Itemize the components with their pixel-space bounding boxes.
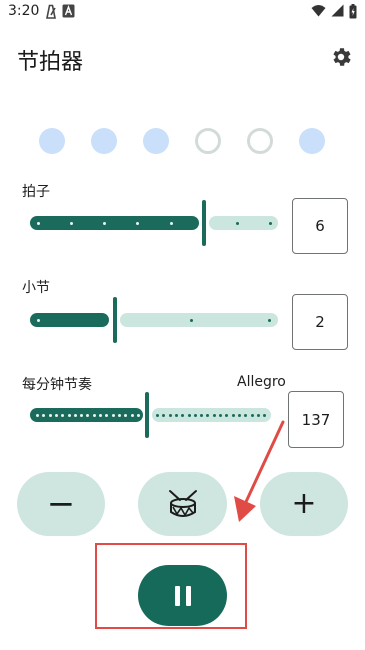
bars-slider-thumb[interactable] (113, 297, 117, 343)
plus-icon: + (291, 486, 317, 521)
annotation-arrow (234, 420, 285, 522)
beat-dot-2[interactable] (91, 128, 117, 154)
beat-dot-5[interactable] (247, 128, 273, 154)
bpm-label: 每分钟节奏 (22, 377, 92, 393)
beats-value-field[interactable]: 6 (292, 198, 348, 254)
beats-slider-thumb[interactable] (202, 200, 206, 246)
pause-icon (174, 585, 191, 606)
bpm-slider-active-track (30, 408, 143, 422)
status-bar: 3:20 (0, 0, 365, 26)
cell-signal-icon (331, 4, 344, 17)
beat-dot-3[interactable] (143, 128, 169, 154)
beats-slider-inactive-track (209, 216, 278, 230)
bars-value-field[interactable]: 2 (292, 294, 348, 350)
bars-slider[interactable] (30, 297, 278, 343)
settings-gear-icon[interactable] (329, 45, 353, 69)
bars-slider-active-track (30, 313, 109, 327)
bars-label: 小节 (22, 280, 50, 296)
page-title: 节拍器 (17, 50, 84, 75)
beat-dot-4[interactable] (195, 128, 221, 154)
beat-dot-6[interactable] (299, 128, 325, 154)
bpm-slider-thumb[interactable] (145, 392, 149, 438)
metronome-notification-icon (46, 4, 56, 19)
status-time: 3:20 (8, 3, 40, 19)
beats-slider-active-track (30, 216, 199, 230)
pause-button[interactable] (138, 565, 227, 626)
tempo-name: Allegro (237, 374, 286, 390)
decrease-tempo-button[interactable]: − (17, 472, 105, 536)
beat-dot-1[interactable] (39, 128, 65, 154)
tap-tempo-button[interactable] (138, 472, 227, 536)
minus-icon: − (46, 484, 76, 524)
beats-slider[interactable] (30, 200, 278, 246)
wifi-icon (311, 5, 326, 17)
bars-slider-inactive-track (120, 313, 278, 327)
beats-label: 拍子 (22, 184, 50, 200)
app-notification-icon (62, 4, 75, 18)
battery-icon (349, 4, 357, 19)
bpm-value-field[interactable]: 137 (288, 391, 344, 448)
drum-icon (168, 490, 197, 517)
